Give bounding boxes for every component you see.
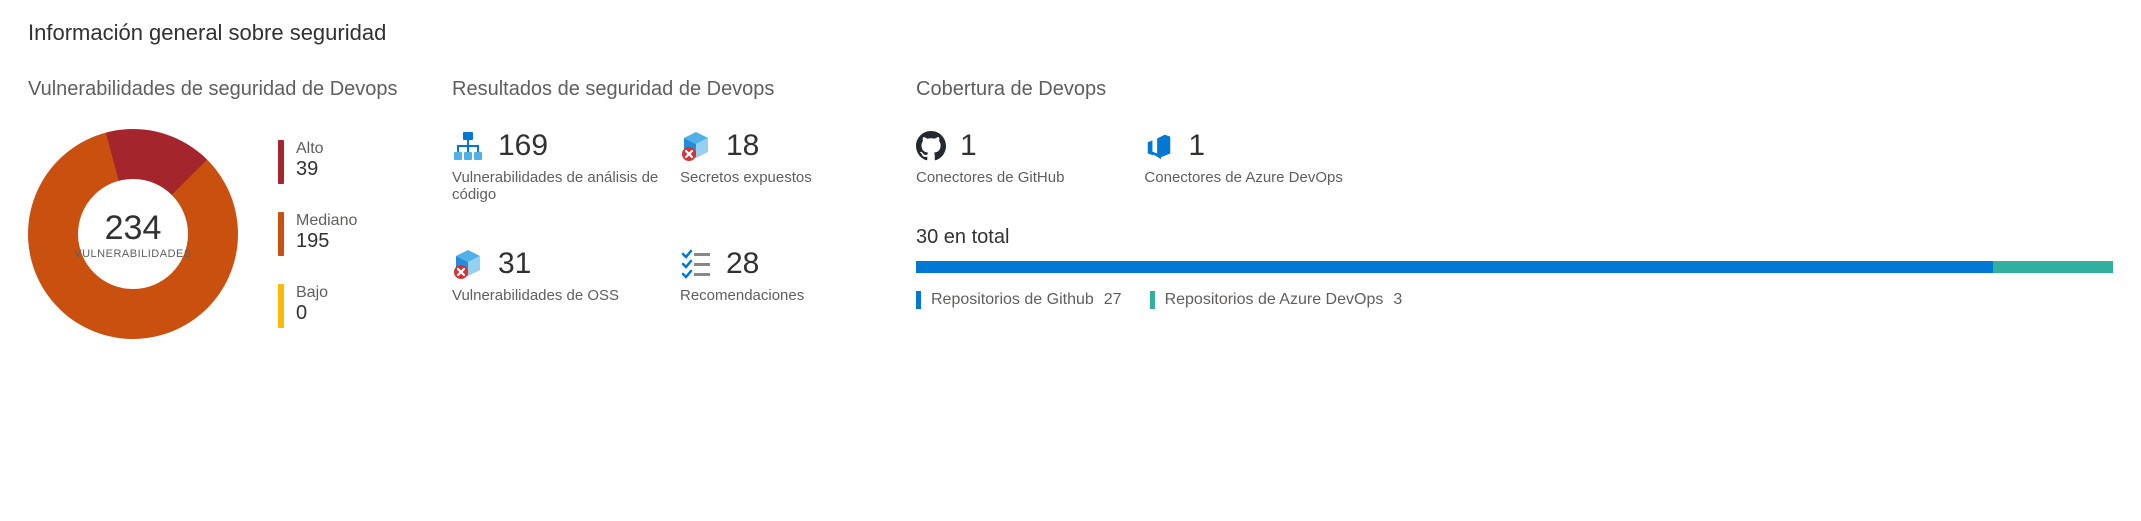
connector-value: 1: [1188, 129, 1205, 163]
coverage-segment: [1993, 261, 2113, 273]
result-item[interactable]: 28 Recomendaciones: [680, 247, 892, 304]
connector-item[interactable]: 1 Conectores de Azure DevOps: [1144, 129, 1342, 186]
panel-vulnerabilities: Vulnerabilidades de seguridad de Devops …: [28, 78, 428, 339]
org-chart-icon: [452, 130, 484, 162]
legend-item[interactable]: Mediano195: [278, 212, 357, 256]
result-value: 31: [498, 247, 531, 281]
connector-label: Conectores de GitHub: [916, 169, 1064, 186]
swatch-icon: [916, 291, 921, 309]
result-label: Vulnerabilidades de OSS: [452, 287, 664, 304]
coverage-legend-value: 3: [1393, 291, 1402, 309]
legend-item[interactable]: Alto39: [278, 140, 357, 184]
panel-coverage-title: Cobertura de Devops: [916, 78, 2113, 101]
result-label: Secretos expuestos: [680, 169, 892, 186]
donut-total-value: 234: [105, 209, 162, 248]
coverage-legend-value: 27: [1104, 291, 1122, 309]
panels-row: Vulnerabilidades de seguridad de Devops …: [28, 78, 2113, 339]
vulnerabilities-legend: Alto39 Mediano195 Bajo0: [278, 140, 357, 328]
legend-name: Alto: [296, 140, 324, 158]
legend-value: 0: [296, 302, 328, 325]
coverage-legend-name: Repositorios de Azure DevOps: [1165, 291, 1384, 309]
swatch-icon: [1150, 291, 1155, 309]
connector-label: Conectores de Azure DevOps: [1144, 169, 1342, 186]
coverage-bar: [916, 261, 2113, 273]
legend-swatch: [278, 140, 284, 184]
legend-value: 39: [296, 158, 324, 181]
donut-center: 234 VULNERABILIDADES: [78, 179, 188, 289]
connector-value: 1: [960, 129, 977, 163]
coverage-segment: [916, 261, 1993, 273]
result-item[interactable]: 169 Vulnerabilidades de análisis de códig…: [452, 129, 664, 203]
legend-value: 195: [296, 230, 357, 253]
result-label: Recomendaciones: [680, 287, 892, 304]
legend-item[interactable]: Bajo0: [278, 284, 357, 328]
cube-alert-icon: [680, 130, 712, 162]
legend-swatch: [278, 284, 284, 328]
panel-vulnerabilities-title: Vulnerabilidades de seguridad de Devops: [28, 78, 428, 101]
coverage-legend-name: Repositorios de Github: [931, 291, 1094, 309]
results-grid: 169 Vulnerabilidades de análisis de códig…: [452, 129, 892, 304]
connector-item[interactable]: 1 Conectores de GitHub: [916, 129, 1064, 186]
result-value: 18: [726, 129, 759, 163]
result-value: 28: [726, 247, 759, 281]
result-item[interactable]: 18 Secretos expuestos: [680, 129, 892, 203]
coverage-legend-item[interactable]: Repositorios de Azure DevOps 3: [1150, 291, 1403, 309]
donut-total-label: VULNERABILIDADES: [74, 248, 191, 260]
coverage-legend: Repositorios de Github 27Repositorios de…: [916, 291, 2113, 309]
azure-devops-icon: [1144, 131, 1174, 161]
checklist-icon: [680, 248, 712, 280]
legend-name: Bajo: [296, 284, 328, 302]
legend-swatch: [278, 212, 284, 256]
coverage-legend-item[interactable]: Repositorios de Github 27: [916, 291, 1122, 309]
panel-coverage: Cobertura de Devops 1 Conectores de GitHu…: [916, 78, 2113, 339]
page-title: Información general sobre seguridad: [28, 20, 2113, 46]
coverage-total-text: 30 en total: [916, 226, 2113, 249]
result-label: Vulnerabilidades de análisis de código: [452, 169, 664, 203]
panel-results-title: Resultados de seguridad de Devops: [452, 78, 892, 101]
cube-alert-icon: [452, 248, 484, 280]
connectors-row: 1 Conectores de GitHub 1 Conectores de Azu…: [916, 129, 2113, 186]
result-value: 169: [498, 129, 548, 163]
vulnerabilities-donut: 234 VULNERABILIDADES: [28, 129, 238, 339]
result-item[interactable]: 31 Vulnerabilidades de OSS: [452, 247, 664, 304]
legend-name: Mediano: [296, 212, 357, 230]
github-icon: [916, 131, 946, 161]
panel-results: Resultados de seguridad de Devops 169 Vul…: [452, 78, 892, 339]
